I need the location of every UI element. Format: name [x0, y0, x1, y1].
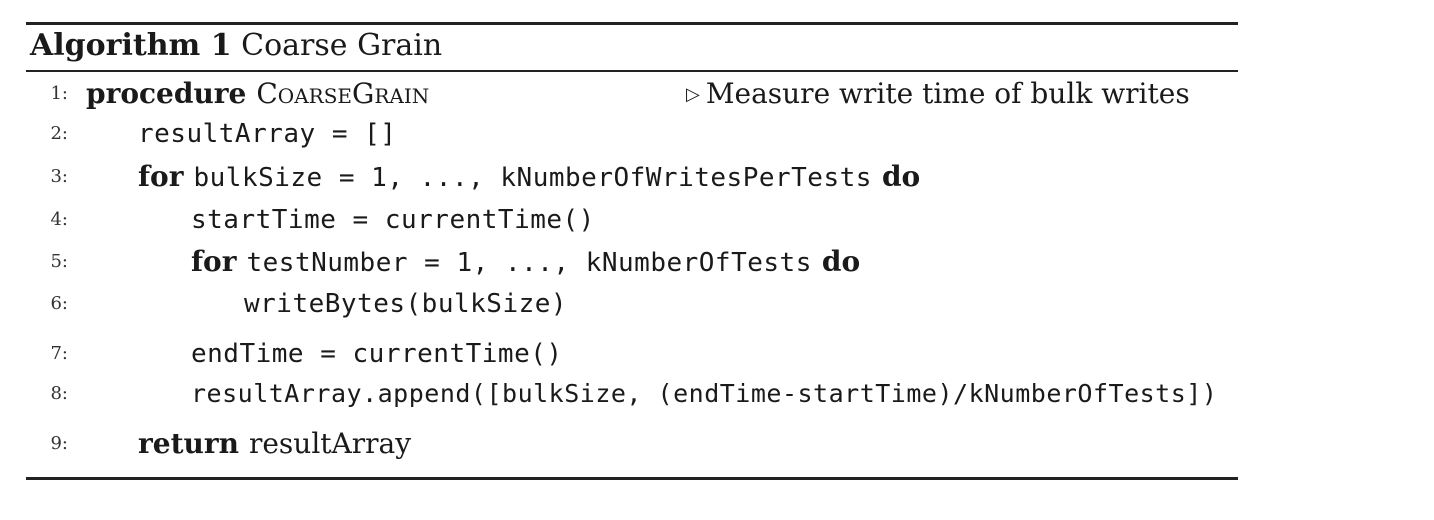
keyword-for: for — [191, 245, 237, 278]
top-rule — [26, 22, 1238, 25]
code-line-1: 1: procedure CoarseGrain ▷ Measure write t… — [26, 74, 1238, 114]
algorithm-block: Algorithm 1 Coarse Grain 1: procedure Coa… — [26, 22, 1238, 482]
line-code: endTime = currentTime() — [191, 339, 563, 369]
line-code: resultArray.append([bulkSize, (endTime-s… — [191, 379, 1218, 408]
loop-expression: bulkSize = 1, ..., kNumberOfWritesPerTes… — [193, 163, 872, 193]
procedure-name: CoarseGrain — [256, 77, 430, 110]
keyword-for: for — [138, 160, 184, 193]
line-code: writeBytes(bulkSize) — [244, 289, 568, 319]
return-value: resultArray — [248, 427, 412, 460]
line-number: 3: — [50, 166, 68, 187]
caption-rule — [26, 70, 1238, 72]
keyword-return: return — [138, 427, 239, 460]
keyword-do: do — [881, 160, 921, 193]
line-comment: ▷ Measure write time of bulk writes — [686, 74, 1190, 115]
line-number: 5: — [50, 251, 68, 272]
line-number: 6: — [50, 293, 68, 314]
algorithm-title: Coarse Grain — [241, 28, 443, 63]
comment-triangle-icon: ▷ — [686, 84, 700, 105]
algorithm-caption: Algorithm 1 Coarse Grain — [30, 28, 442, 64]
loop-expression: testNumber = 1, ..., kNumberOfTests — [246, 248, 812, 278]
comment-text: Measure write time of bulk writes — [705, 77, 1190, 110]
keyword-procedure: procedure — [86, 77, 247, 110]
line-number: 9: — [50, 433, 68, 454]
line-code: procedure CoarseGrain — [86, 74, 429, 114]
line-code: return resultArray — [138, 424, 411, 464]
line-number: 4: — [50, 209, 68, 230]
line-code: for testNumber = 1, ..., kNumberOfTests do — [191, 242, 860, 283]
line-number: 8: — [50, 383, 68, 404]
bottom-rule — [26, 477, 1238, 480]
algorithm-label: Algorithm 1 — [30, 28, 232, 63]
line-number: 1: — [50, 83, 68, 104]
line-number: 7: — [50, 343, 68, 364]
line-code: for bulkSize = 1, ..., kNumberOfWritesPer… — [138, 157, 920, 198]
keyword-do: do — [821, 245, 861, 278]
line-code: startTime = currentTime() — [191, 205, 595, 235]
line-number: 2: — [50, 123, 68, 144]
line-code: resultArray = [] — [138, 119, 397, 149]
